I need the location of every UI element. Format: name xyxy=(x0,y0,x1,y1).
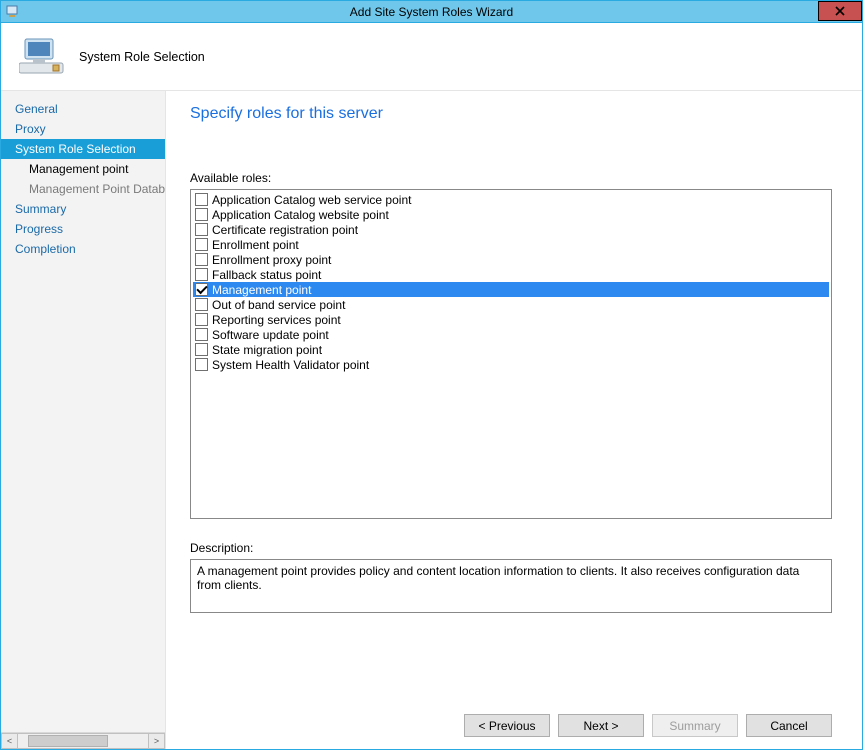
body: GeneralProxySystem Role SelectionManagem… xyxy=(1,91,862,749)
role-label: Fallback status point xyxy=(212,268,321,282)
role-row-enrollment-proxy-point[interactable]: Enrollment proxy point xyxy=(193,252,829,267)
role-row-enrollment-point[interactable]: Enrollment point xyxy=(193,237,829,252)
roles-listbox[interactable]: Application Catalog web service pointApp… xyxy=(190,189,832,519)
role-checkbox[interactable] xyxy=(195,343,208,356)
role-checkbox[interactable] xyxy=(195,193,208,206)
scroll-right-button[interactable]: > xyxy=(148,733,165,749)
nav-list: GeneralProxySystem Role SelectionManagem… xyxy=(1,91,165,732)
sidebar-scrollbar[interactable]: < > xyxy=(1,732,165,749)
titlebar[interactable]: Add Site System Roles Wizard xyxy=(1,1,862,23)
role-row-application-catalog-website-point[interactable]: Application Catalog website point xyxy=(193,207,829,222)
role-row-application-catalog-web-service-point[interactable]: Application Catalog web service point xyxy=(193,192,829,207)
role-checkbox[interactable] xyxy=(195,283,208,296)
role-checkbox[interactable] xyxy=(195,328,208,341)
role-checkbox[interactable] xyxy=(195,253,208,266)
header-icon xyxy=(19,35,65,79)
role-checkbox[interactable] xyxy=(195,208,208,221)
main-panel: Specify roles for this server Available … xyxy=(166,91,862,749)
previous-button[interactable]: < Previous xyxy=(464,714,550,737)
scroll-left-button[interactable]: < xyxy=(1,733,18,749)
role-checkbox[interactable] xyxy=(195,358,208,371)
nav-item-management-point[interactable]: Management point xyxy=(1,159,165,179)
wizard-window: Add Site System Roles Wizard System Role… xyxy=(0,0,863,750)
role-label: Application Catalog website point xyxy=(212,208,389,222)
description-label: Description: xyxy=(190,541,832,555)
description-box: A management point provides policy and c… xyxy=(190,559,832,613)
role-checkbox[interactable] xyxy=(195,298,208,311)
role-checkbox[interactable] xyxy=(195,268,208,281)
role-row-software-update-point[interactable]: Software update point xyxy=(193,327,829,342)
role-label: Enrollment proxy point xyxy=(212,253,331,267)
role-checkbox[interactable] xyxy=(195,238,208,251)
role-label: Management point xyxy=(212,283,311,297)
close-button[interactable] xyxy=(818,1,862,21)
scroll-thumb[interactable] xyxy=(28,735,108,747)
role-label: System Health Validator point xyxy=(212,358,369,372)
header-title: System Role Selection xyxy=(79,50,205,64)
nav-item-completion[interactable]: Completion xyxy=(1,239,165,259)
header: System Role Selection xyxy=(1,23,862,91)
role-label: Application Catalog web service point xyxy=(212,193,411,207)
role-row-system-health-validator-point[interactable]: System Health Validator point xyxy=(193,357,829,372)
cancel-button[interactable]: Cancel xyxy=(746,714,832,737)
role-row-fallback-status-point[interactable]: Fallback status point xyxy=(193,267,829,282)
role-row-reporting-services-point[interactable]: Reporting services point xyxy=(193,312,829,327)
role-row-out-of-band-service-point[interactable]: Out of band service point xyxy=(193,297,829,312)
next-button[interactable]: Next > xyxy=(558,714,644,737)
role-label: Software update point xyxy=(212,328,329,342)
role-checkbox[interactable] xyxy=(195,313,208,326)
role-label: Certificate registration point xyxy=(212,223,358,237)
footer-buttons: < Previous Next > Summary Cancel xyxy=(190,702,832,737)
role-row-state-migration-point[interactable]: State migration point xyxy=(193,342,829,357)
close-icon xyxy=(835,4,845,19)
role-label: Enrollment point xyxy=(212,238,299,252)
nav-item-proxy[interactable]: Proxy xyxy=(1,119,165,139)
window-title: Add Site System Roles Wizard xyxy=(1,5,862,19)
nav-item-progress[interactable]: Progress xyxy=(1,219,165,239)
available-roles-label: Available roles: xyxy=(190,171,832,185)
role-checkbox[interactable] xyxy=(195,223,208,236)
nav-item-general[interactable]: General xyxy=(1,99,165,119)
role-row-certificate-registration-point[interactable]: Certificate registration point xyxy=(193,222,829,237)
summary-button: Summary xyxy=(652,714,738,737)
nav-item-management-point-database[interactable]: Management Point Database xyxy=(1,179,165,199)
scroll-track[interactable] xyxy=(18,733,148,749)
description-text: A management point provides policy and c… xyxy=(197,564,799,592)
role-label: State migration point xyxy=(212,343,322,357)
sidebar: GeneralProxySystem Role SelectionManagem… xyxy=(1,91,166,749)
role-label: Reporting services point xyxy=(212,313,341,327)
nav-item-system-role-selection[interactable]: System Role Selection xyxy=(1,139,165,159)
main-heading: Specify roles for this server xyxy=(190,105,832,123)
role-row-management-point[interactable]: Management point xyxy=(193,282,829,297)
nav-item-summary[interactable]: Summary xyxy=(1,199,165,219)
role-label: Out of band service point xyxy=(212,298,345,312)
